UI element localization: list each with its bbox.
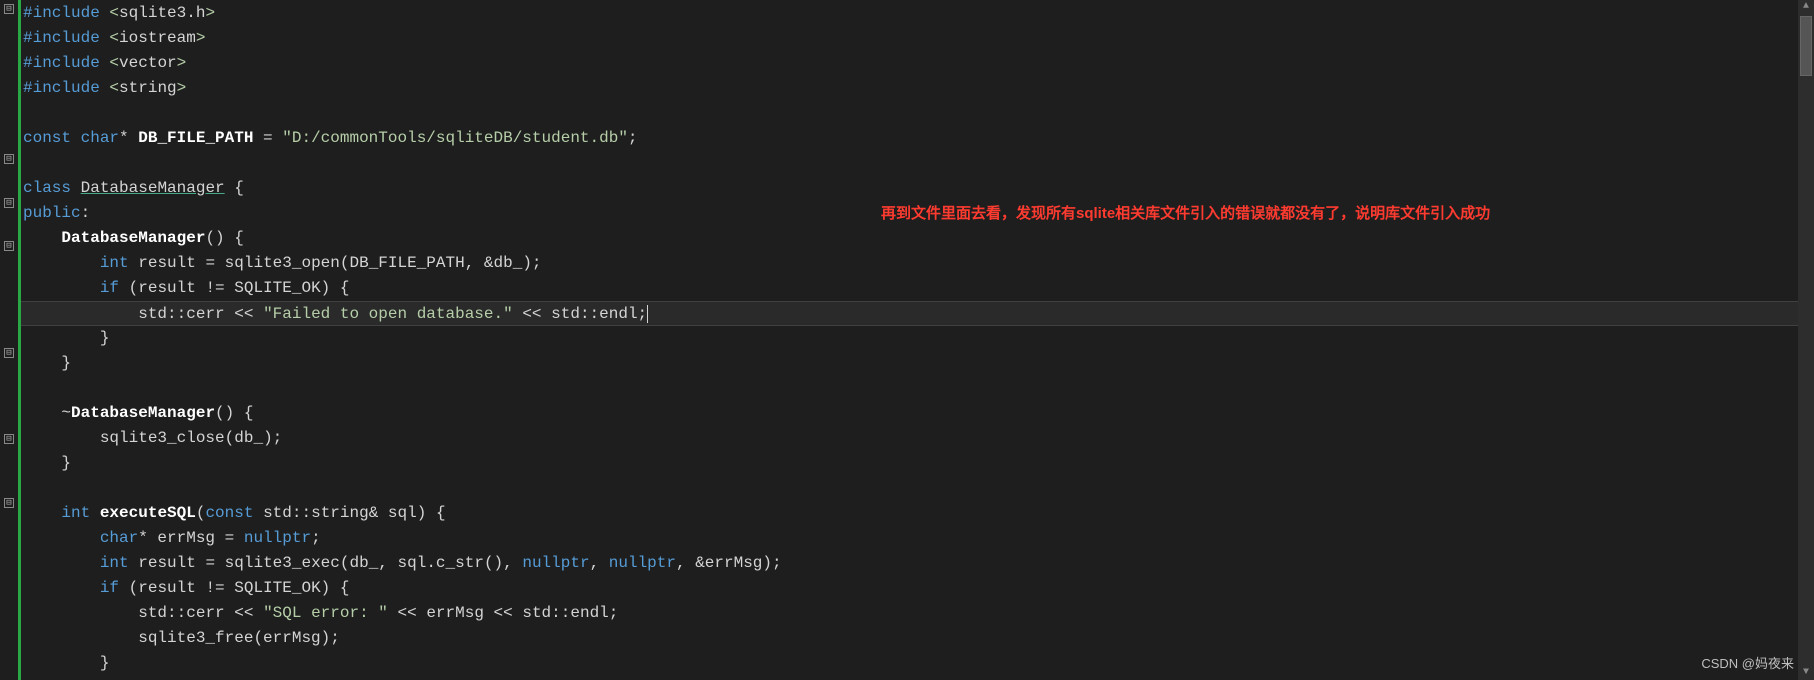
code-line[interactable]: sqlite3_free(errMsg); [21, 626, 1814, 651]
code-line[interactable] [21, 151, 1814, 176]
code-line[interactable] [21, 476, 1814, 501]
code-line[interactable]: const char* DB_FILE_PATH = "D:/commonToo… [21, 126, 1814, 151]
code-line[interactable]: #include <vector> [21, 51, 1814, 76]
code-line[interactable]: #include <iostream> [21, 26, 1814, 51]
fold-toggle-icon[interactable]: ⊟ [4, 348, 14, 358]
code-line[interactable]: #include <sqlite3.h> [21, 1, 1814, 26]
fold-toggle-icon[interactable]: ⊟ [4, 241, 14, 251]
annotation-text: 再到文件里面去看，发现所有sqlite相关库文件引入的错误就都没有了，说明库文件… [881, 202, 1490, 223]
code-line[interactable]: } [21, 326, 1814, 351]
text-caret [647, 305, 648, 323]
code-line[interactable]: char* errMsg = nullptr; [21, 526, 1814, 551]
code-line[interactable]: int executeSQL(const std::string& sql) { [21, 501, 1814, 526]
code-line[interactable] [21, 376, 1814, 401]
code-line[interactable]: #include <string> [21, 76, 1814, 101]
code-line[interactable]: if (result != SQLITE_OK) { [21, 576, 1814, 601]
scrollbar-thumb[interactable] [1800, 16, 1812, 76]
fold-toggle-icon[interactable]: ⊟ [4, 498, 14, 508]
code-line[interactable]: int result = sqlite3_exec(db_, sql.c_str… [21, 551, 1814, 576]
code-editor[interactable]: ⊟ ⊟ ⊟ ⊟ ⊟ ⊟ ⊟ #include <sqlite3.h> #incl… [0, 0, 1814, 680]
code-line[interactable] [21, 101, 1814, 126]
code-line[interactable]: std::cerr << "SQL error: " << errMsg << … [21, 601, 1814, 626]
code-area[interactable]: #include <sqlite3.h> #include <iostream>… [18, 0, 1814, 680]
fold-toggle-icon[interactable]: ⊟ [4, 434, 14, 444]
fold-toggle-icon[interactable]: ⊟ [4, 198, 14, 208]
scroll-down-icon[interactable]: ▼ [1798, 666, 1814, 680]
code-line[interactable]: sqlite3_close(db_); [21, 426, 1814, 451]
code-line[interactable]: if (result != SQLITE_OK) { [21, 276, 1814, 301]
code-line[interactable]: ~DatabaseManager() { [21, 401, 1814, 426]
code-line[interactable]: int result = sqlite3_open(DB_FILE_PATH, … [21, 251, 1814, 276]
code-line[interactable]: DatabaseManager() { [21, 226, 1814, 251]
code-line[interactable]: class DatabaseManager { [21, 176, 1814, 201]
watermark-text: CSDN @妈夜来 [1701, 653, 1794, 672]
scroll-up-icon[interactable]: ▲ [1798, 0, 1814, 14]
fold-toggle-icon[interactable]: ⊟ [4, 154, 14, 164]
vertical-scrollbar[interactable]: ▲ ▼ [1798, 0, 1814, 680]
code-line-active[interactable]: std::cerr << "Failed to open database." … [21, 301, 1806, 326]
code-line[interactable]: } [21, 451, 1814, 476]
fold-gutter[interactable]: ⊟ ⊟ ⊟ ⊟ ⊟ ⊟ ⊟ [0, 0, 18, 680]
code-line[interactable]: } [21, 651, 1814, 676]
fold-toggle-icon[interactable]: ⊟ [4, 4, 14, 14]
code-line[interactable]: } [21, 351, 1814, 376]
